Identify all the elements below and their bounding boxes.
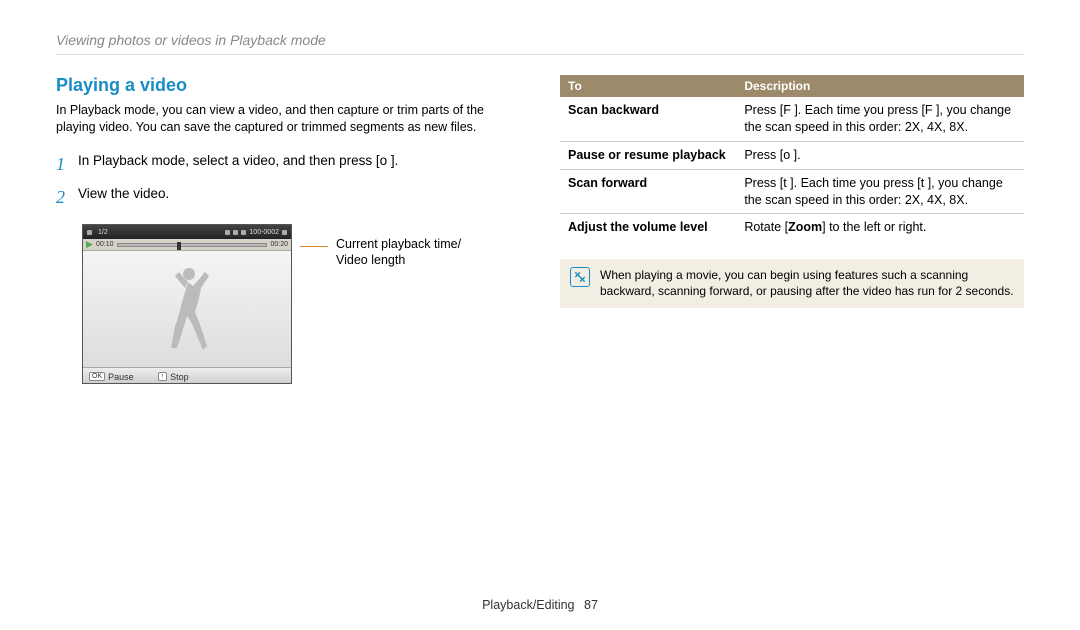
page-footer: Playback/Editing 87	[0, 598, 1080, 612]
dancer-silhouette	[157, 264, 217, 354]
counter-label: 1/2	[98, 229, 108, 236]
ok-key-icon: OK	[89, 372, 105, 381]
callout-text: Current playback time/ Video length	[336, 236, 461, 269]
row-to: Scan forward	[560, 169, 736, 214]
note-box: When playing a movie, you can begin usin…	[560, 259, 1024, 307]
row-to: Pause or resume playback	[560, 141, 736, 169]
file-label: 100-0002	[249, 229, 279, 236]
up-key-icon: ↑	[158, 372, 168, 381]
screenshot-topbar: 1/2 100-0002	[83, 225, 291, 239]
progress-bar	[117, 243, 268, 247]
play-icon	[86, 241, 93, 248]
controls-table: To Description Scan backward Press [F ].…	[560, 75, 1024, 241]
status-icon-1	[225, 230, 230, 235]
table-row: Pause or resume playback Press [o ].	[560, 141, 1024, 169]
progress-bar-row: 00:10 00:20	[83, 239, 291, 251]
pause-label: Pause	[108, 372, 134, 382]
step-2-text: View the video.	[78, 185, 169, 204]
video-frame	[83, 251, 291, 367]
page-number: 87	[584, 598, 598, 612]
stop-label: Stop	[170, 372, 189, 382]
time-total: 00:20	[270, 241, 288, 248]
status-icon-3	[241, 230, 246, 235]
video-screenshot: 1/2 100-0002 00:10	[82, 224, 292, 384]
steps-list: In Playback mode, select a video, and th…	[56, 152, 520, 210]
mode-icon	[87, 230, 92, 235]
row-desc: Press [F ]. Each time you press [F ], yo…	[736, 97, 1024, 141]
screenshot-footer: OK Pause ↑ Stop	[83, 367, 291, 384]
step-2: View the video.	[56, 185, 520, 210]
step-1-text: In Playback mode, select a video, and th…	[78, 152, 398, 171]
row-to: Scan backward	[560, 97, 736, 141]
desc-pre: Rotate [	[744, 220, 788, 234]
breadcrumb: Viewing photos or videos in Playback mod…	[56, 32, 1024, 55]
right-column: To Description Scan backward Press [F ].…	[560, 75, 1024, 384]
step-1: In Playback mode, select a video, and th…	[56, 152, 520, 177]
time-current: 00:10	[96, 241, 114, 248]
screenshot-block: 1/2 100-0002 00:10	[82, 224, 520, 384]
note-icon	[570, 267, 590, 287]
th-description: Description	[736, 75, 1024, 97]
row-desc: Press [o ].	[736, 141, 1024, 169]
footer-section: Playback/Editing	[482, 598, 574, 612]
row-desc: Rotate [Zoom] to the left or right.	[736, 214, 1024, 241]
stop-indicator: ↑ Stop	[158, 372, 189, 382]
intro-paragraph: In Playback mode, you can view a video, …	[56, 102, 520, 136]
status-icon-2	[233, 230, 238, 235]
section-title: Playing a video	[56, 75, 520, 96]
battery-icon	[282, 230, 287, 235]
table-row: Adjust the volume level Rotate [Zoom] to…	[560, 214, 1024, 241]
callout-leader-line	[300, 246, 328, 247]
note-text: When playing a movie, you can begin usin…	[600, 267, 1014, 299]
left-column: Playing a video In Playback mode, you ca…	[56, 75, 520, 384]
row-to: Adjust the volume level	[560, 214, 736, 241]
table-row: Scan backward Press [F ]. Each time you …	[560, 97, 1024, 141]
th-to: To	[560, 75, 736, 97]
desc-post: ] to the left or right.	[822, 220, 926, 234]
zoom-bold: Zoom	[788, 220, 822, 234]
table-row: Scan forward Press [t ]. Each time you p…	[560, 169, 1024, 214]
pause-indicator: OK Pause	[89, 372, 134, 382]
row-desc: Press [t ]. Each time you press [t ], yo…	[736, 169, 1024, 214]
